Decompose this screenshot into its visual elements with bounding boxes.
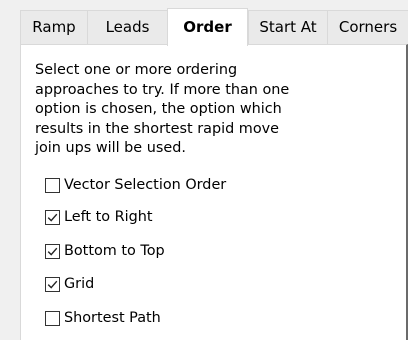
tab-label: Corners xyxy=(338,18,398,36)
tab-ramp[interactable]: Ramp xyxy=(20,10,87,45)
shortest-path-checkbox[interactable] xyxy=(45,310,60,326)
checkmark-icon xyxy=(47,247,58,256)
tab-order[interactable]: Order xyxy=(167,8,248,46)
tab-strip: Ramp Leads Order Start At Corners xyxy=(20,8,408,46)
description-line: join ups will be used. xyxy=(35,140,186,156)
tab-label: Leads xyxy=(105,18,150,36)
bottom-to-top-option[interactable]: Bottom to Top xyxy=(45,240,165,262)
checkbox-label[interactable]: Grid xyxy=(64,276,94,292)
vector-selection-order-checkbox[interactable] xyxy=(45,177,60,193)
description-line: option is chosen, the option which xyxy=(35,101,282,117)
tab-corners[interactable]: Corners xyxy=(327,10,408,45)
checkbox-label[interactable]: Bottom to Top xyxy=(64,243,165,259)
checkbox-label[interactable]: Vector Selection Order xyxy=(64,177,226,193)
description-text: Select one or more ordering approaches t… xyxy=(35,61,335,159)
description-line: approaches to try. If more than one xyxy=(35,81,290,98)
bottom-to-top-checkbox[interactable] xyxy=(45,243,60,259)
tab-start-at[interactable]: Start At xyxy=(248,10,327,45)
grid-option[interactable]: Grid xyxy=(45,273,94,295)
left-to-right-checkbox[interactable] xyxy=(45,209,60,225)
description-line: results in the shortest rapid move xyxy=(35,120,279,137)
tab-label: Order xyxy=(183,18,232,36)
tab-label: Ramp xyxy=(32,18,76,36)
dialog-root: Ramp Leads Order Start At Corners Select… xyxy=(0,0,408,340)
left-to-right-option[interactable]: Left to Right xyxy=(45,206,153,228)
checkmark-icon xyxy=(47,280,58,289)
grid-checkbox[interactable] xyxy=(45,276,60,292)
tab-label: Start At xyxy=(259,18,317,36)
order-tab-panel: Select one or more ordering approaches t… xyxy=(20,44,408,340)
shortest-path-option[interactable]: Shortest Path xyxy=(45,307,161,329)
description-line: Select one or more ordering xyxy=(35,62,238,78)
checkbox-label[interactable]: Shortest Path xyxy=(64,310,161,326)
checkmark-icon xyxy=(47,213,58,222)
checkbox-label[interactable]: Left to Right xyxy=(64,209,153,225)
vector-selection-order-option[interactable]: Vector Selection Order xyxy=(45,174,226,196)
tab-leads[interactable]: Leads xyxy=(87,10,167,45)
